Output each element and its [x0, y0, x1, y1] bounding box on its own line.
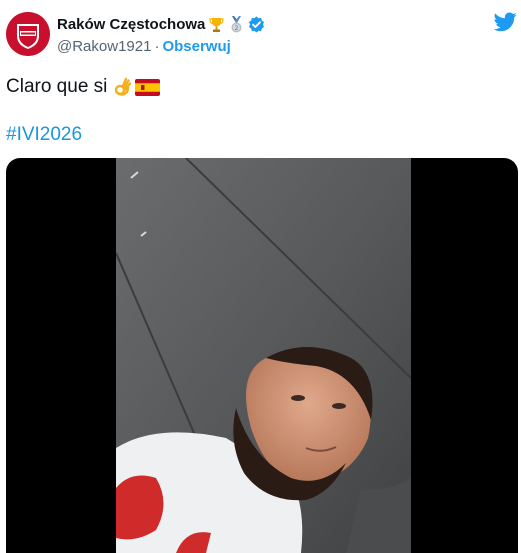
tweet-header: Raków Częstochowa 2 @Rakow1921 · Obserwu… — [0, 0, 521, 64]
display-name[interactable]: Raków Częstochowa — [57, 16, 205, 33]
avatar[interactable] — [6, 12, 50, 56]
video-frame — [116, 158, 411, 553]
tweet-text: Claro que si — [6, 76, 108, 97]
handle-row: @Rakow1921 · Obserwuj — [57, 38, 231, 55]
author-name-row: Raków Częstochowa 2 — [57, 16, 265, 33]
svg-text:2: 2 — [235, 25, 239, 32]
silver-medal-icon: 2 — [228, 16, 245, 33]
author-handle[interactable]: @Rakow1921 — [57, 38, 151, 55]
trophy-icon — [208, 16, 225, 33]
follow-button[interactable]: Obserwuj — [162, 38, 230, 55]
video-player[interactable] — [6, 158, 518, 553]
tweet-body: Claro que si — [6, 76, 161, 98]
ok-hand-emoji — [113, 77, 133, 97]
club-crest-icon — [6, 12, 50, 56]
hashtag-link[interactable]: #IVI2026 — [6, 124, 82, 146]
separator-dot: · — [154, 38, 160, 55]
twitter-bird-icon[interactable] — [494, 12, 517, 32]
spain-flag-emoji — [135, 78, 161, 96]
verified-badge-icon — [248, 16, 265, 33]
